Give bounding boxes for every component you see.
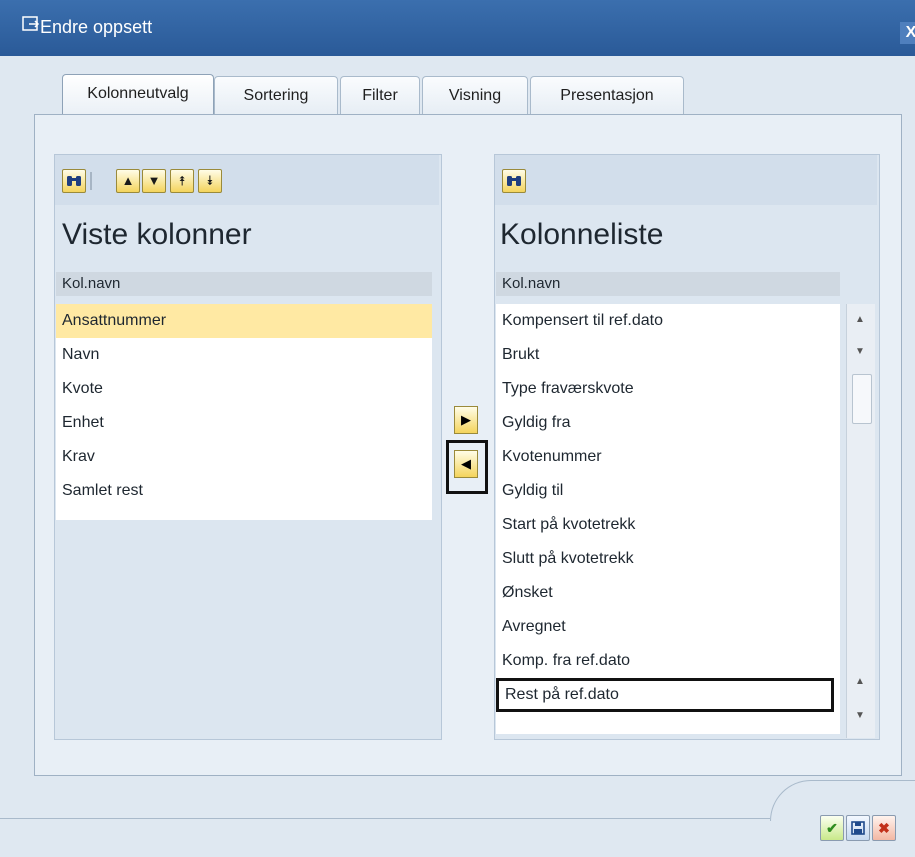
list-item[interactable]: Type fraværskvote <box>496 372 840 406</box>
arrow-up-icon[interactable]: ▲ <box>116 169 140 193</box>
list-item[interactable]: Krav <box>56 440 432 474</box>
scroll-down-icon[interactable]: ▼ <box>850 706 870 726</box>
save-icon[interactable] <box>846 815 870 841</box>
list-item[interactable]: Ansattnummer <box>56 304 432 338</box>
cancel-icon[interactable]: ✖ <box>872 815 896 841</box>
binoculars-icon[interactable] <box>502 169 526 193</box>
list-item[interactable]: Kvote <box>56 372 432 406</box>
list-item[interactable]: Komp. fra ref.dato <box>496 644 840 678</box>
list-item[interactable]: Avregnet <box>496 610 840 644</box>
list-item[interactable]: Navn <box>56 338 432 372</box>
tab-visning[interactable]: Visning <box>422 76 528 115</box>
scroll-up-icon[interactable]: ▲ <box>850 310 870 330</box>
column-list: Kompensert til ref.dato Brukt Type fravæ… <box>496 304 840 734</box>
list-item[interactable]: Kvotenummer <box>496 440 840 474</box>
layout-icon <box>22 16 40 31</box>
column-list-title: Kolonneliste <box>500 218 664 251</box>
tab-sortering[interactable]: Sortering <box>214 76 338 115</box>
toolbar-separator <box>90 172 92 190</box>
list-item[interactable]: Kompensert til ref.dato <box>496 304 840 338</box>
scroll-thumb[interactable] <box>852 374 872 424</box>
list-item[interactable]: Samlet rest <box>56 474 432 508</box>
tab-filter[interactable]: Filter <box>340 76 420 115</box>
list-item[interactable]: Gyldig til <box>496 474 840 508</box>
list-item[interactable]: Enhet <box>56 406 432 440</box>
scroll-up-icon[interactable]: ▲ <box>850 672 870 692</box>
list-item[interactable]: Ønsket <box>496 576 840 610</box>
binoculars-icon[interactable] <box>62 169 86 193</box>
right-toolbar <box>495 155 877 205</box>
list-item[interactable]: Gyldig fra <box>496 406 840 440</box>
close-button[interactable]: X <box>900 22 915 44</box>
add-column-button[interactable]: ▶ <box>454 406 478 434</box>
displayed-columns-list: Ansattnummer Navn Kvote Enhet Krav Samle… <box>56 304 432 520</box>
tab-presentasjon[interactable]: Presentasjon <box>530 76 684 115</box>
arrow-down-icon[interactable]: ▼ <box>142 169 166 193</box>
arrow-top-icon[interactable]: ⯭ <box>170 169 194 193</box>
list-item[interactable]: Start på kvotetrekk <box>496 508 840 542</box>
left-toolbar <box>55 155 439 205</box>
left-column-header[interactable]: Kol.navn <box>56 272 432 296</box>
list-item[interactable]: Brukt <box>496 338 840 372</box>
displayed-columns-title: Viste kolonner <box>62 218 252 251</box>
tab-kolonneutvalg[interactable]: Kolonneutvalg <box>62 74 214 115</box>
arrow-bottom-icon[interactable]: ⯯ <box>198 169 222 193</box>
list-item[interactable]: Slutt på kvotetrekk <box>496 542 840 576</box>
confirm-icon[interactable]: ✔ <box>820 815 844 841</box>
footer-divider <box>0 818 770 819</box>
scroll-down-icon[interactable]: ▼ <box>850 342 870 362</box>
remove-column-button[interactable]: ◀ <box>454 450 478 478</box>
title-bar: Endre oppsett X <box>0 0 915 56</box>
right-column-header[interactable]: Kol.navn <box>496 272 840 296</box>
window-title: Endre oppsett <box>40 17 153 37</box>
highlighted-list-item[interactable]: Rest på ref.dato <box>496 678 834 712</box>
